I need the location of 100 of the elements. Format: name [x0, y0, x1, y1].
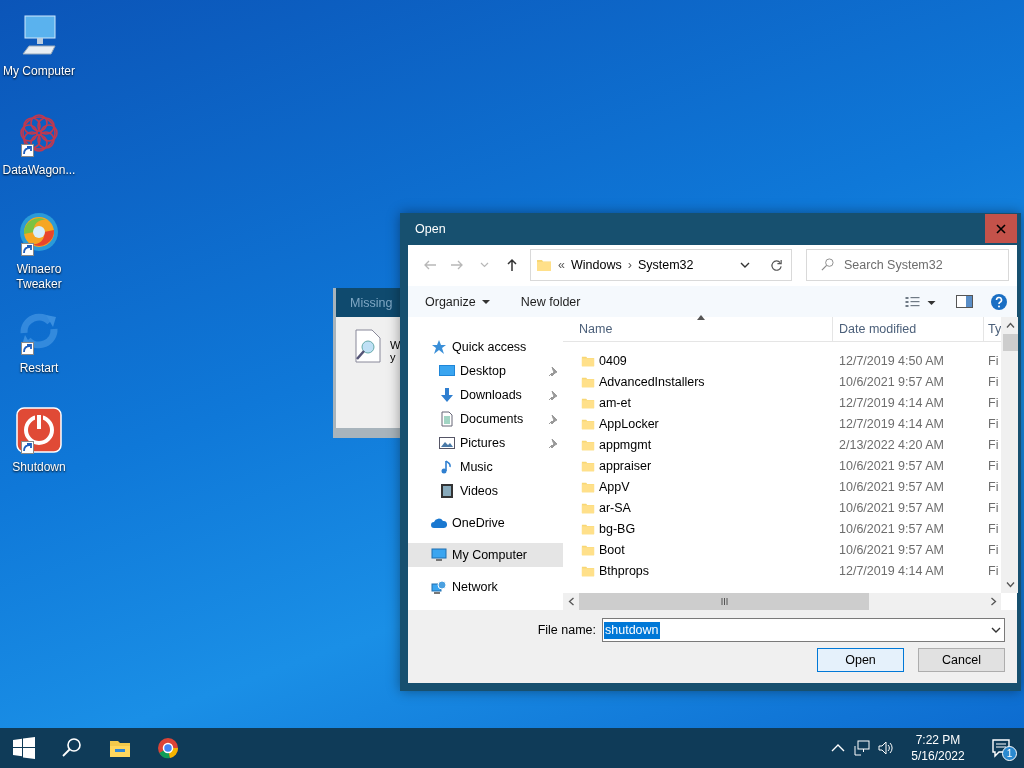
sidebar-item[interactable]: Network: [408, 575, 563, 599]
grip-icon: [720, 598, 728, 605]
star-icon: [431, 339, 447, 355]
file-type: Fi: [987, 395, 999, 410]
column-header[interactable]: Date modified: [833, 317, 984, 341]
date-modified: 2/13/2022 4:20 AM: [838, 437, 945, 452]
date-modified: 12/7/2019 4:14 AM: [838, 563, 945, 578]
date-modified: 10/6/2021 9:57 AM: [838, 542, 945, 557]
date-modified: 12/7/2019 4:14 AM: [838, 416, 945, 431]
clock-date: 5/16/2022: [911, 748, 965, 764]
message-text: W: [390, 339, 401, 351]
icon-label: Winaero Tweaker: [15, 262, 63, 292]
computer-icon: [431, 547, 447, 563]
left-arrow-icon: [422, 258, 437, 272]
file-type: Fi: [987, 353, 999, 368]
message-text: y: [390, 351, 397, 363]
scroll-down-icon[interactable]: [1005, 580, 1015, 589]
document-search-icon: [354, 329, 382, 363]
field-value: shutdown: [604, 623, 661, 637]
file-name: appmgmt: [599, 437, 652, 452]
date-modified: 10/6/2021 9:57 AM: [838, 374, 945, 389]
scrollbar-thumb[interactable]: [579, 593, 869, 610]
file-type: Fi: [987, 500, 999, 515]
scrollbar[interactable]: [1001, 317, 1019, 593]
icon-label: Restart: [18, 361, 60, 376]
field-label: File name:: [537, 623, 596, 637]
icon-label: DataWagon...: [1, 163, 77, 178]
column-header[interactable]: Ty: [984, 317, 1002, 341]
search-icon: [821, 258, 834, 271]
date-modified: 10/6/2021 9:57 AM: [838, 479, 945, 494]
toolbar-button[interactable]: New folder: [520, 292, 581, 311]
column-header[interactable]: Name: [563, 317, 833, 341]
toolbar-button[interactable]: Organize: [425, 292, 490, 311]
sidebar-item[interactable]: Videos: [408, 479, 563, 503]
scroll-right-icon[interactable]: [988, 597, 998, 606]
file-name: appraiser: [599, 458, 652, 473]
breadcrumb[interactable]: Windows: [571, 258, 622, 272]
preview-pane-icon[interactable]: [956, 295, 973, 308]
network-icon[interactable]: [854, 740, 870, 756]
scroll-up-icon[interactable]: [1005, 321, 1015, 330]
scroll-left-icon[interactable]: [566, 597, 576, 606]
file-type: Fi: [987, 437, 999, 452]
download-icon: [439, 387, 455, 403]
scrollbar[interactable]: [563, 593, 1002, 610]
sidebar-item[interactable]: Documents: [408, 407, 563, 431]
sidebar-item[interactable]: Pictures: [408, 431, 563, 455]
date-modified: 10/6/2021 9:57 AM: [838, 521, 945, 536]
file-type: Fi: [987, 416, 999, 431]
sidebar-item[interactable]: Desktop: [408, 359, 563, 383]
picture-icon: [439, 435, 455, 451]
clock-time: 7:22 PM: [915, 732, 961, 748]
scrollbar-thumb[interactable]: [1003, 334, 1019, 351]
address-bar[interactable]: « Windows › System32: [530, 249, 792, 281]
document-icon: [439, 411, 455, 427]
sidebar-item[interactable]: Music: [408, 455, 563, 479]
file-type: Fi: [987, 542, 999, 557]
sidebar-item[interactable]: Downloads: [408, 383, 563, 407]
caret-icon: [481, 299, 490, 304]
view-options-icon[interactable]: [903, 295, 938, 308]
date-modified: 12/7/2019 4:50 AM: [838, 353, 945, 368]
file-type: Fi: [987, 479, 999, 494]
browser-icon[interactable]: [157, 737, 179, 759]
notification-icon[interactable]: [991, 738, 1011, 758]
file-type: Fi: [987, 458, 999, 473]
file-name: Bthprops: [599, 563, 650, 578]
sidebar-item[interactable]: My Computer: [408, 543, 563, 567]
power-icon[interactable]: [15, 406, 63, 454]
volume-icon[interactable]: [878, 740, 894, 756]
windows-logo-icon[interactable]: [13, 737, 35, 759]
help-icon[interactable]: [991, 293, 1007, 310]
file-type: Fi: [987, 521, 999, 536]
notification-count: 1: [1002, 746, 1017, 761]
search-field[interactable]: Search System32: [806, 249, 1009, 281]
file-type: Fi: [987, 374, 999, 389]
file-name-field[interactable]: shutdown: [602, 618, 1005, 642]
date-modified: 10/6/2021 9:57 AM: [838, 458, 945, 473]
sidebar-item[interactable]: Quick access: [408, 335, 563, 359]
chevron-down-icon[interactable]: [991, 627, 1001, 633]
chevron-down-icon[interactable]: [740, 262, 750, 268]
file-name: AppLocker: [599, 416, 659, 431]
dialog-button[interactable]: Cancel: [918, 648, 1005, 672]
refresh-icon[interactable]: [770, 258, 783, 272]
search-icon[interactable]: [61, 737, 83, 759]
file-name: am-et: [599, 395, 631, 410]
sidebar-item[interactable]: OneDrive: [408, 511, 563, 535]
file-name: AdvancedInstallers: [599, 374, 705, 389]
breadcrumb[interactable]: System32: [637, 258, 694, 272]
file-name: AppV: [599, 479, 630, 494]
right-arrow-icon: [450, 258, 465, 272]
overflow-marker: «: [558, 258, 565, 272]
date-modified: 10/6/2021 9:57 AM: [838, 500, 945, 515]
network-icon: [431, 579, 447, 595]
file-name: bg-BG: [599, 521, 636, 536]
date-modified: 12/7/2019 4:14 AM: [838, 395, 945, 410]
close-button[interactable]: [985, 214, 1017, 243]
icon-label: My Computer: [2, 64, 76, 79]
file-name: 0409: [599, 353, 627, 368]
breadcrumb-separator: ›: [627, 258, 632, 272]
dialog-button[interactable]: Open: [817, 648, 904, 672]
file-name: Boot: [599, 542, 625, 557]
